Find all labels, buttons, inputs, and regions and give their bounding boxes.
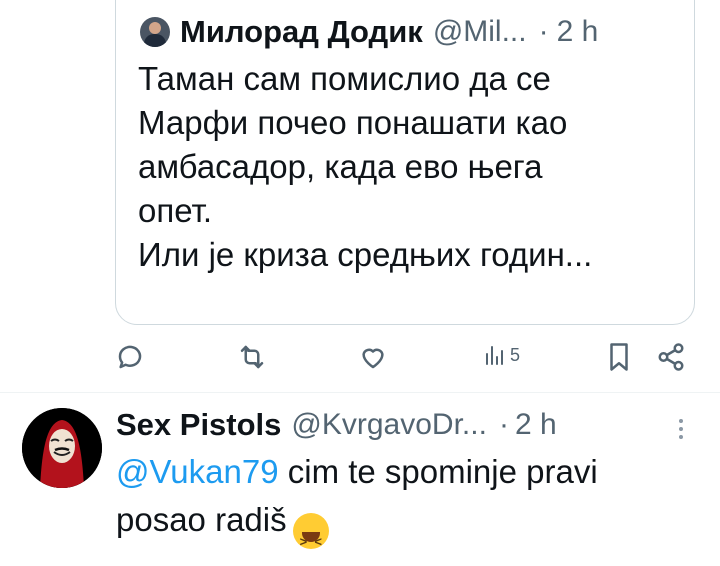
quoted-text-line: Таман сам помислио да се bbox=[138, 60, 551, 97]
heart-icon bbox=[362, 348, 384, 369]
share-button[interactable] bbox=[656, 342, 686, 372]
views-chart-icon bbox=[486, 346, 503, 365]
reply-icon bbox=[118, 345, 142, 369]
separator-dot: · bbox=[498, 408, 509, 441]
mention-link[interactable]: @Vukan79 bbox=[116, 453, 279, 490]
quoted-author-avatar[interactable] bbox=[140, 17, 170, 47]
laughing-emoji: 😆 bbox=[292, 513, 329, 566]
bookmark-icon bbox=[610, 343, 628, 371]
views-button[interactable]: 5 bbox=[484, 342, 520, 368]
like-button[interactable] bbox=[358, 342, 388, 372]
retweet-icon bbox=[240, 345, 264, 369]
reply-author-handle[interactable]: @KvrgavoDr... bbox=[291, 408, 487, 442]
money-heist-mask-icon bbox=[22, 408, 102, 488]
quoted-text-line: амбасадор, када ево њега bbox=[138, 148, 543, 185]
retweet-button[interactable] bbox=[236, 342, 268, 372]
reply-author-name[interactable]: Sex Pistols bbox=[116, 407, 281, 443]
quoted-author-name[interactable]: Милорад Додик bbox=[180, 14, 423, 50]
more-options-button[interactable] bbox=[674, 414, 688, 449]
reply-text-line: posao radiš bbox=[116, 501, 287, 538]
tweet-action-bar: 5 bbox=[0, 342, 720, 378]
reply-text: @Vukan79 cim te spominje pravi posao rad… bbox=[116, 448, 706, 566]
views-count: 5 bbox=[510, 344, 521, 365]
share-icon bbox=[658, 343, 684, 371]
quoted-tweet-header: Милорад Додик @Mil... · 2 h bbox=[140, 12, 598, 52]
quoted-text-line: Марфи почео понашати као bbox=[138, 104, 568, 141]
reply-button[interactable] bbox=[115, 342, 145, 372]
quoted-text-line: Или је криза средњих годин... bbox=[138, 236, 593, 273]
quoted-tweet-text: Таман сам помислио да се Марфи почео пон… bbox=[138, 57, 678, 277]
quoted-timestamp[interactable]: 2 h bbox=[557, 15, 599, 49]
more-vertical-icon bbox=[679, 419, 683, 439]
bookmark-button[interactable] bbox=[606, 342, 632, 372]
quoted-author-handle[interactable]: @Mil... bbox=[433, 15, 527, 49]
tweet-divider bbox=[0, 392, 720, 393]
reply-author-avatar[interactable] bbox=[22, 408, 102, 488]
reply-text-line: cim te spominje pravi bbox=[278, 453, 598, 490]
reply-timestamp[interactable]: 2 h bbox=[515, 408, 557, 442]
quoted-text-line: опет. bbox=[138, 192, 213, 229]
separator-dot: · bbox=[538, 15, 549, 48]
reply-header: Sex Pistols @KvrgavoDr... · 2 h bbox=[116, 404, 557, 446]
